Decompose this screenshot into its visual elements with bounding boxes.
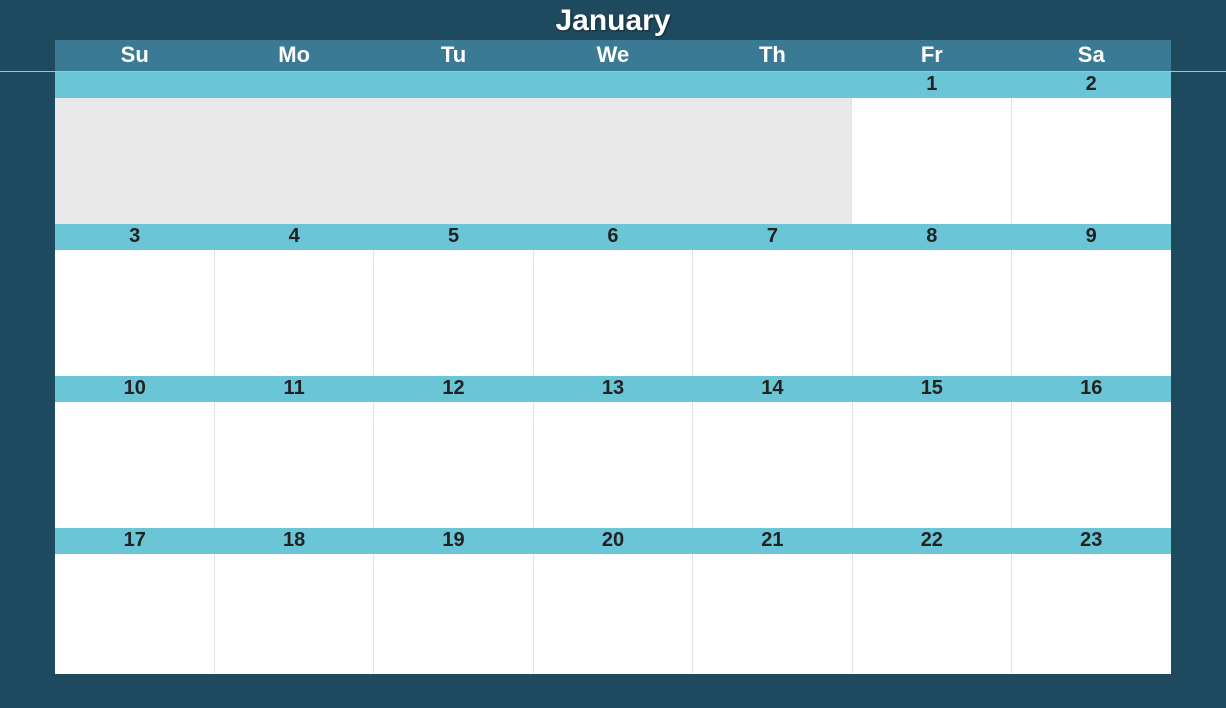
date-number: 18 xyxy=(214,528,373,554)
date-number xyxy=(214,72,373,98)
day-cell[interactable] xyxy=(374,402,534,528)
content-row-week-2 xyxy=(55,250,1171,376)
date-number: 13 xyxy=(533,376,692,402)
day-cell[interactable] xyxy=(55,250,215,376)
date-number: 15 xyxy=(852,376,1011,402)
date-number xyxy=(374,72,533,98)
content-row-week-4 xyxy=(55,554,1171,674)
day-cell-inactive[interactable] xyxy=(692,98,852,224)
day-cell[interactable] xyxy=(852,98,1012,224)
day-cell[interactable] xyxy=(853,402,1013,528)
date-number: 10 xyxy=(55,376,214,402)
date-number: 2 xyxy=(1012,72,1171,98)
date-number: 20 xyxy=(533,528,692,554)
weekday-header-tu: Tu xyxy=(374,40,533,71)
calendar-body: 1 2 3 4 5 6 7 8 9 xyxy=(55,72,1171,674)
date-number xyxy=(55,72,214,98)
date-number: 4 xyxy=(214,224,373,250)
date-number: 22 xyxy=(852,528,1011,554)
date-number: 11 xyxy=(214,376,373,402)
day-cell-inactive[interactable] xyxy=(373,98,532,224)
date-number xyxy=(533,72,692,98)
day-cell-inactive[interactable] xyxy=(214,98,373,224)
day-cell[interactable] xyxy=(1012,250,1171,376)
day-cell[interactable] xyxy=(1012,402,1171,528)
month-title: January xyxy=(555,4,670,37)
date-number: 19 xyxy=(374,528,533,554)
day-cell[interactable] xyxy=(534,402,694,528)
date-number: 5 xyxy=(374,224,533,250)
day-cell[interactable] xyxy=(534,250,694,376)
date-number: 21 xyxy=(693,528,852,554)
date-number: 14 xyxy=(693,376,852,402)
weekday-header-row: Su Mo Tu We Th Fr Sa xyxy=(55,40,1171,71)
weekday-header-sa: Sa xyxy=(1012,40,1171,71)
weekday-header-we: We xyxy=(533,40,692,71)
day-cell[interactable] xyxy=(693,554,853,674)
day-cell[interactable] xyxy=(215,250,375,376)
date-number: 16 xyxy=(1012,376,1171,402)
date-number: 9 xyxy=(1012,224,1171,250)
date-number: 1 xyxy=(852,72,1011,98)
weekday-header-mo: Mo xyxy=(214,40,373,71)
day-cell[interactable] xyxy=(215,402,375,528)
date-number: 12 xyxy=(374,376,533,402)
date-strip-week-2: 3 4 5 6 7 8 9 xyxy=(55,224,1171,250)
day-cell[interactable] xyxy=(1012,98,1171,224)
day-cell[interactable] xyxy=(374,250,534,376)
content-row-week-3 xyxy=(55,402,1171,528)
day-cell[interactable] xyxy=(534,554,694,674)
weekday-header-th: Th xyxy=(693,40,852,71)
month-title-bar: January xyxy=(55,0,1171,40)
date-number: 7 xyxy=(693,224,852,250)
date-number: 3 xyxy=(55,224,214,250)
date-number: 8 xyxy=(852,224,1011,250)
day-cell[interactable] xyxy=(215,554,375,674)
day-cell[interactable] xyxy=(55,554,215,674)
calendar-frame: January Su Mo Tu We Th Fr Sa 1 2 xyxy=(0,0,1226,708)
date-number: 6 xyxy=(533,224,692,250)
content-row-week-1 xyxy=(55,98,1171,224)
day-cell[interactable] xyxy=(693,250,853,376)
day-cell-inactive[interactable] xyxy=(55,98,214,224)
date-number xyxy=(693,72,852,98)
date-strip-week-1: 1 2 xyxy=(55,72,1171,98)
weekday-header-su: Su xyxy=(55,40,214,71)
date-number: 17 xyxy=(55,528,214,554)
day-cell[interactable] xyxy=(853,250,1013,376)
day-cell[interactable] xyxy=(374,554,534,674)
day-cell[interactable] xyxy=(55,402,215,528)
day-cell[interactable] xyxy=(1012,554,1171,674)
day-cell[interactable] xyxy=(853,554,1013,674)
date-number: 23 xyxy=(1012,528,1171,554)
weekday-header-fr: Fr xyxy=(852,40,1011,71)
date-strip-week-3: 10 11 12 13 14 15 16 xyxy=(55,376,1171,402)
day-cell[interactable] xyxy=(693,402,853,528)
date-strip-week-4: 17 18 19 20 21 22 23 xyxy=(55,528,1171,554)
day-cell-inactive[interactable] xyxy=(532,98,691,224)
